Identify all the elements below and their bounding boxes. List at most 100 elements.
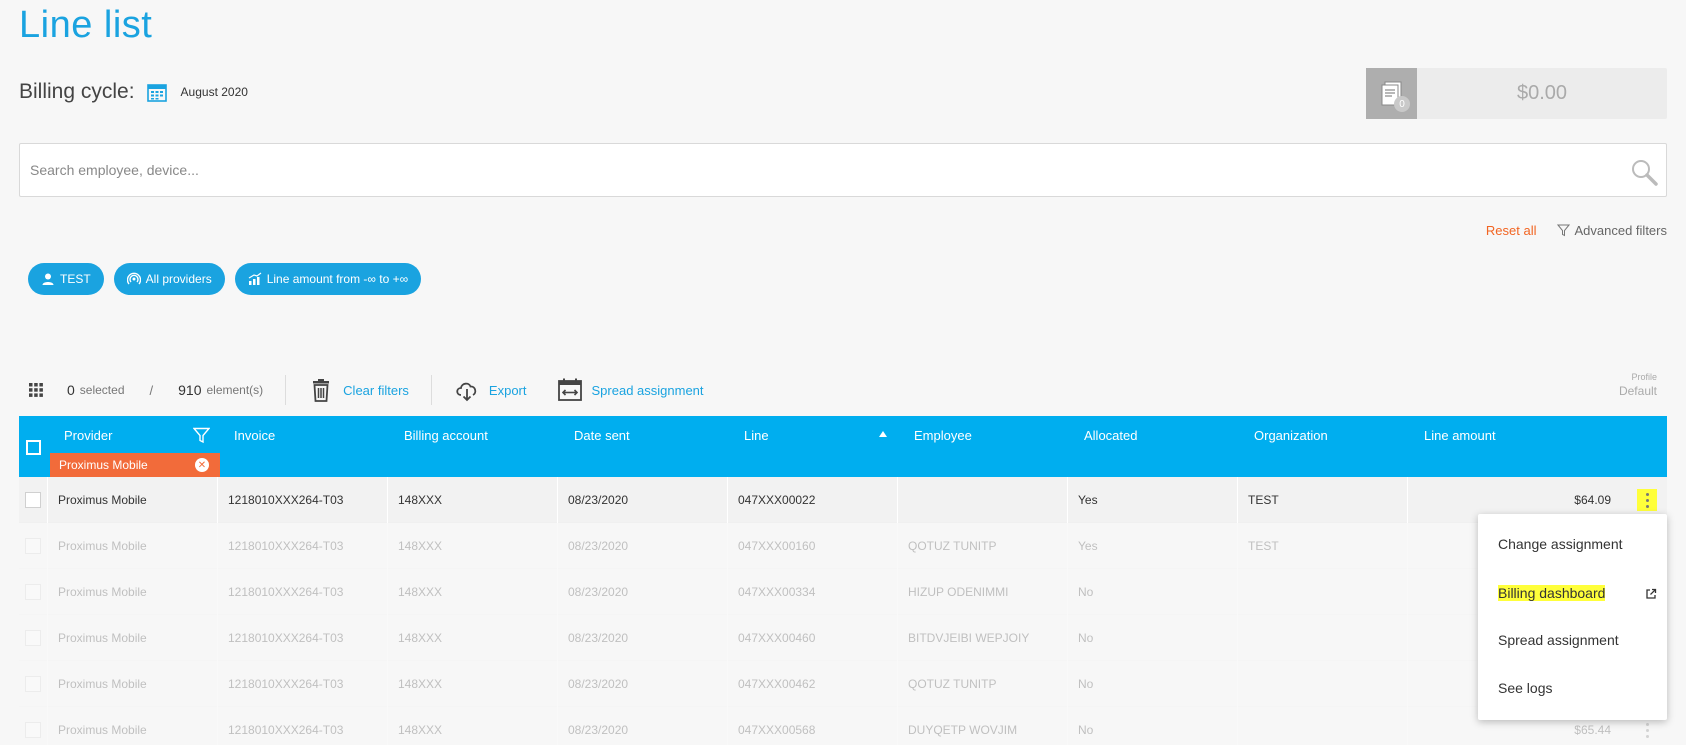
chart-icon [248,272,262,285]
provider-filter-tag[interactable]: Proximus Mobile ✕ [50,453,220,477]
row-actions-kebab-icon[interactable] [1637,489,1657,511]
cell-provider: Proximus Mobile [47,615,217,661]
external-link-icon[interactable] [1645,588,1657,600]
chip-label: TEST [60,272,91,286]
cell-allocated: Yes [1067,477,1237,523]
row-checkbox[interactable] [25,722,41,738]
cell-employee: BITDVJEIBI WEPJOIY [897,615,1067,661]
cell-date: 08/23/2020 [557,661,727,707]
chip-providers[interactable]: All providers [113,263,225,295]
remove-filter-icon[interactable]: ✕ [195,458,209,472]
menu-item-see-logs[interactable]: See logs [1498,680,1552,696]
trash-icon [313,379,330,402]
profile-value: Default [1618,384,1657,398]
cell-provider: Proximus Mobile [47,523,217,569]
selected-count: 0 [67,382,75,398]
cell-date: 08/23/2020 [557,523,727,569]
provider-filter-tag-label: Proximus Mobile [59,458,148,472]
page-title: Line list [19,4,153,46]
invoice-stack-icon: 0 [1366,68,1417,119]
table-header: Provider Proximus Mobile ✕ Invoice Billi… [19,416,1667,477]
cell-allocated: No [1067,569,1237,615]
cell-account: 148XXX [387,523,557,569]
profile-selector[interactable]: Profile Default [1619,372,1657,398]
cell-employee: QOTUZ TUNITP [897,661,1067,707]
cell-line: 047XXX00334 [727,569,897,615]
column-grid-icon[interactable] [26,380,46,400]
toolbar-divider [285,375,287,405]
cell-allocated: No [1067,707,1237,745]
row-checkbox[interactable] [25,584,41,600]
cell-allocated: No [1067,661,1237,707]
row-context-menu: Change assignment Billing dashboard Spre… [1478,514,1667,720]
user-icon [42,273,54,285]
advanced-filters-label: Advanced filters [1574,223,1668,238]
count-separator: / [149,382,154,398]
menu-item-spread-assignment[interactable]: Spread assignment [1498,632,1619,648]
select-all-checkbox[interactable] [26,440,41,455]
cell-account: 148XXX [387,477,557,523]
cart-summary[interactable]: 0 $0.00 [1366,68,1667,119]
spread-assignment-button[interactable]: Spread assignment [557,377,704,403]
column-header-invoice[interactable]: Invoice [234,428,275,443]
row-checkbox[interactable] [25,630,41,646]
row-checkbox[interactable] [25,676,41,692]
clear-filters-label: Clear filters [343,382,409,398]
table-row[interactable]: Proximus Mobile 1218010XXX264-T03 148XXX 08… [19,615,1667,661]
row-checkbox[interactable] [25,538,41,554]
filter-actions: Reset all Advanced filters [1486,223,1667,238]
column-header-organization[interactable]: Organization [1254,428,1328,443]
billing-cycle-label: Billing cycle: [19,80,135,103]
search-box [19,143,1667,197]
cell-allocated: No [1067,615,1237,661]
reset-all-link[interactable]: Reset all [1486,223,1537,238]
table-row[interactable]: Proximus Mobile 1218010XXX264-T03 148XXX 08… [19,707,1667,745]
cell-date: 08/23/2020 [557,615,727,661]
cell-employee: DUYQETP WOVJIM [897,707,1067,745]
cell-account: 148XXX [387,661,557,707]
antenna-icon [126,272,141,285]
chip-organization[interactable]: TEST [28,263,104,295]
menu-item-label: Change assignment [1498,536,1623,552]
chip-line-amount[interactable]: Line amount from -∞ to +∞ [234,263,422,295]
menu-item-billing-dashboard[interactable]: Billing dashboard [1498,585,1606,601]
row-actions-kebab-icon[interactable] [1637,719,1657,741]
menu-item-label: Billing dashboard [1498,585,1606,601]
search-icon[interactable] [1630,158,1658,186]
cell-employee: QOTUZ TUNITP [897,523,1067,569]
cell-allocated: Yes [1067,523,1237,569]
table-row[interactable]: Proximus Mobile 1218010XXX264-T03 148XXX 08… [19,661,1667,707]
cloud-download-icon [456,382,477,402]
column-header-line-amount[interactable]: Line amount [1424,428,1496,443]
selected-label: selected [79,383,125,397]
column-header-employee[interactable]: Employee [914,428,972,443]
total-count: 910 [178,382,202,398]
column-header-date-sent[interactable]: Date sent [574,428,630,443]
column-filter-icon[interactable] [193,427,210,444]
menu-item-label: See logs [1498,680,1553,696]
column-header-provider[interactable]: Provider [64,428,112,443]
search-input[interactable] [20,144,1600,196]
cell-invoice: 1218010XXX264-T03 [217,477,387,523]
table-body: Proximus Mobile 1218010XXX264-T03 148XXX 08… [19,477,1667,745]
sort-ascending-icon[interactable] [878,430,888,438]
advanced-filters-button[interactable]: Advanced filters [1556,223,1668,238]
clear-filters-button[interactable]: Clear filters [308,377,409,403]
toolbar-divider [430,375,432,405]
table-row[interactable]: Proximus Mobile 1218010XXX264-T03 148XXX 08… [19,477,1667,523]
row-checkbox[interactable] [25,492,41,508]
total-label: element(s) [206,383,264,397]
export-label: Export [488,382,527,398]
column-header-allocated[interactable]: Allocated [1084,428,1137,443]
menu-item-change-assignment[interactable]: Change assignment [1498,536,1623,552]
column-header-billing-account[interactable]: Billing account [404,428,488,443]
cell-date: 08/23/2020 [557,569,727,615]
table-row[interactable]: Proximus Mobile 1218010XXX264-T03 148XXX 08… [19,523,1667,569]
cell-invoice: 1218010XXX264-T03 [217,569,387,615]
calendar-icon[interactable] [146,82,167,102]
export-button[interactable]: Export [454,377,527,403]
table-row[interactable]: Proximus Mobile 1218010XXX264-T03 148XXX 08… [19,569,1667,615]
column-header-line[interactable]: Line [744,428,769,443]
calendar-spread-icon [557,378,582,401]
billing-cycle-value[interactable]: August 2020 [181,85,248,99]
